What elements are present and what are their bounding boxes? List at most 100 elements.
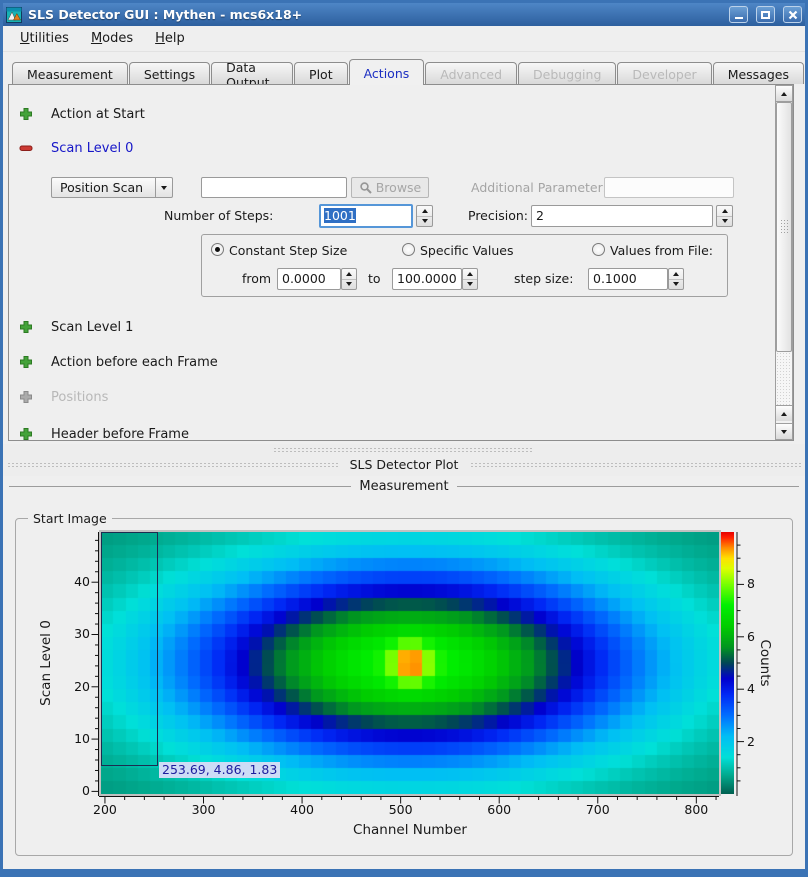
action-at-start-label: Action at Start	[51, 107, 145, 122]
heatmap-canvas[interactable]	[101, 532, 719, 794]
axis-tick-label: 0	[56, 783, 90, 798]
step-size-field[interactable]: 0.1000	[588, 268, 668, 290]
axis-tick-label: 20	[56, 679, 90, 694]
scan-mode-combobox[interactable]: Position Scan	[51, 177, 173, 198]
spin-up-icon	[467, 272, 473, 276]
radio-file[interactable]	[592, 243, 605, 256]
selection-rect	[101, 532, 158, 766]
scroll-down-button[interactable]	[776, 423, 792, 439]
to-value: 100.0000	[397, 271, 457, 286]
tab-data-output[interactable]: Data Output	[211, 62, 293, 84]
additional-parameter-input	[604, 177, 734, 198]
from-field[interactable]: 0.0000	[277, 268, 341, 290]
radio-constant-label[interactable]: Constant Step Size	[229, 243, 347, 258]
additional-parameter-label: Additional Parameter:	[471, 177, 607, 198]
collapse-minus-icon[interactable]	[19, 141, 33, 155]
radio-file-label[interactable]: Values from File:	[610, 243, 713, 258]
axis-tick-label: 4	[747, 681, 773, 696]
tab-developer: Developer	[617, 62, 711, 84]
splitter-texture	[7, 462, 338, 468]
combo-arrow-button[interactable]	[155, 178, 172, 197]
radio-specific-label[interactable]: Specific Values	[420, 243, 513, 258]
tab-actions[interactable]: Actions	[349, 59, 425, 85]
y-axis-label: Scan Level 0	[38, 620, 54, 706]
step-size-value: 0.1000	[593, 271, 637, 286]
axis-tick-label: 700	[576, 802, 620, 817]
to-field[interactable]: 100.0000	[392, 268, 462, 290]
colorbar-axis-label: Counts	[757, 639, 773, 686]
maximize-icon	[761, 11, 770, 19]
scrollbar-thumb[interactable]	[776, 102, 792, 352]
tab-messages[interactable]: Messages	[713, 62, 804, 84]
tab-measurement[interactable]: Measurement	[12, 62, 128, 84]
window-title: SLS Detector GUI : Mythen - mcs6x18+	[28, 7, 721, 22]
expand-plus-icon[interactable]	[19, 427, 33, 441]
scrollbar-track[interactable]	[776, 352, 792, 405]
menu-bar: Utilities Modes Help	[3, 26, 805, 52]
scan-level-1-row[interactable]: Scan Level 1	[19, 319, 133, 335]
radio-specific[interactable]	[402, 243, 415, 256]
divider	[457, 486, 799, 487]
measurement-group-header: Measurement	[9, 478, 799, 494]
precision-value: 2	[536, 208, 544, 223]
header-before-frame-row[interactable]: Header before Frame	[19, 426, 189, 441]
radio-constant[interactable]	[211, 243, 224, 256]
spin-up-icon	[422, 209, 428, 213]
expand-plus-icon-disabled	[19, 390, 33, 404]
spin-up-icon	[346, 272, 352, 276]
to-spinner[interactable]	[462, 268, 478, 290]
browse-button: Browse	[351, 177, 429, 198]
axis-tick-label: 800	[674, 802, 718, 817]
number-of-steps-field[interactable]: 1001	[319, 204, 413, 228]
minimize-button[interactable]	[729, 6, 748, 23]
tab-debugging: Debugging	[518, 62, 616, 84]
scan-script-input[interactable]	[201, 177, 347, 198]
menu-utilities[interactable]: Utilities	[11, 29, 78, 48]
step-size-spinner[interactable]	[668, 268, 684, 290]
precision-field[interactable]: 2	[531, 205, 713, 227]
close-button[interactable]	[783, 6, 802, 23]
arrow-up-icon	[781, 412, 787, 416]
precision-label: Precision:	[468, 205, 528, 226]
actions-pane: Action at Start Scan Level 0 Position Sc…	[8, 84, 794, 441]
tab-bar: Measurement Settings Data Output Plot Ac…	[12, 59, 805, 84]
expand-plus-icon[interactable]	[19, 355, 33, 369]
from-value: 0.0000	[282, 271, 326, 286]
scan-mode-value: Position Scan	[60, 180, 143, 195]
scan-level-0-row[interactable]: Scan Level 0	[19, 140, 133, 156]
precision-spinner[interactable]	[716, 205, 733, 227]
plot-dock-title: SLS Detector Plot	[338, 457, 471, 472]
arrow-up-icon	[781, 92, 787, 96]
menu-modes[interactable]: Modes	[82, 29, 142, 48]
title-bar: SLS Detector GUI : Mythen - mcs6x18+	[3, 3, 805, 26]
vertical-scrollbar[interactable]	[775, 85, 793, 440]
tab-plot[interactable]: Plot	[294, 62, 348, 84]
spin-up-icon	[673, 272, 679, 276]
scroll-up-button-2[interactable]	[776, 405, 792, 421]
menu-help[interactable]: Help	[146, 29, 194, 48]
chevron-down-icon	[161, 186, 167, 190]
plot-dock-splitter[interactable]: SLS Detector Plot	[3, 444, 805, 476]
start-image-group-title: Start Image	[28, 511, 112, 526]
application-window: SLS Detector GUI : Mythen - mcs6x18+ Uti…	[0, 0, 808, 877]
axis-tick-label: 30	[56, 626, 90, 641]
axis-tick-label: 40	[56, 574, 90, 589]
from-spinner[interactable]	[341, 268, 357, 290]
splitter-handle[interactable]	[273, 447, 533, 453]
scroll-up-button[interactable]	[776, 86, 792, 102]
app-icon	[6, 7, 22, 23]
x-axis-label: Channel Number	[101, 822, 719, 838]
expand-plus-icon[interactable]	[19, 107, 33, 121]
splitter-texture	[470, 462, 801, 468]
action-before-frame-row[interactable]: Action before each Frame	[19, 354, 218, 370]
action-at-start-row[interactable]: Action at Start	[19, 106, 145, 122]
step-size-label: step size:	[514, 268, 573, 290]
expand-plus-icon[interactable]	[19, 320, 33, 334]
axis-tick-label: 400	[280, 802, 324, 817]
axis-tick-label: 200	[83, 802, 127, 817]
positions-label: Positions	[51, 390, 108, 405]
cursor-annotation: 253.69, 4.86, 1.83	[159, 762, 280, 778]
maximize-button[interactable]	[756, 6, 775, 23]
tab-settings[interactable]: Settings	[129, 62, 210, 84]
number-of-steps-spinner[interactable]	[416, 205, 433, 227]
